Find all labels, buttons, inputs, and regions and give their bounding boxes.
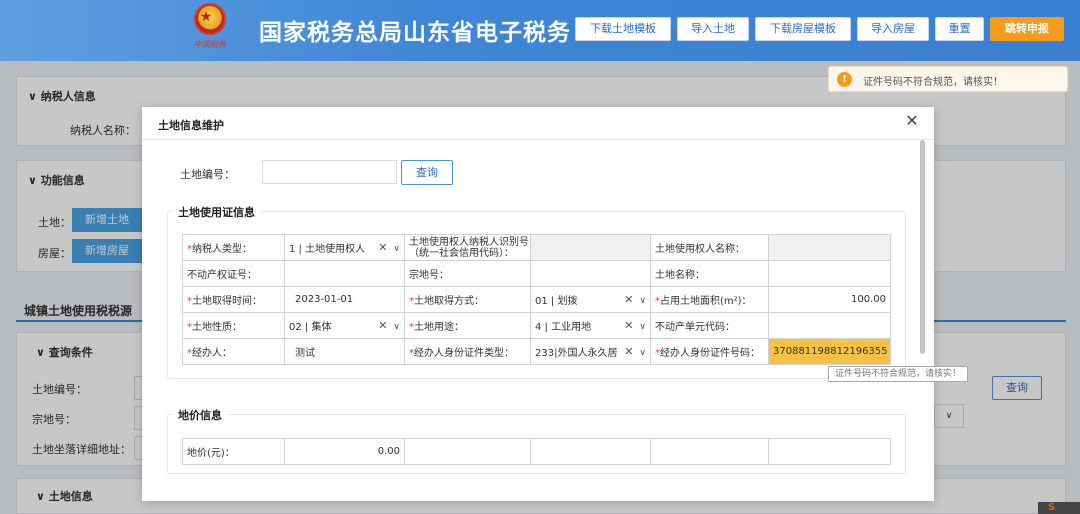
warning-text: 证件号码不符合规范，请核实！	[863, 77, 1003, 88]
empty-cell	[650, 438, 769, 465]
input-method-icon[interactable]: S	[1048, 502, 1055, 514]
land-name-label: 土地名称：	[650, 260, 769, 287]
agent-id-no-input[interactable]: 370881198812196355	[768, 338, 891, 365]
modal-query-button[interactable]: 查询	[401, 160, 453, 185]
warning-icon: !	[837, 72, 852, 87]
table-row: *土地取得时间： 2023-01-01 *土地取得方式： 01 | 划拨 ✕ ∨ *…	[182, 286, 891, 313]
chevron-down-icon[interactable]: ∨	[393, 322, 400, 332]
clear-icon[interactable]: ✕	[624, 345, 633, 358]
cert-info-table: *纳税人类型： 1 | 土地使用权人 ✕ ∨ 土地使用权人纳税人识别号 （统一社会信用…	[182, 234, 891, 365]
table-row: 不动产权证号： 宗地号： 土地名称：	[182, 260, 891, 287]
property-cert-label: 不动产权证号：	[182, 260, 285, 287]
user-name-field	[768, 234, 891, 261]
empty-cell	[404, 438, 531, 465]
land-no-label: 土地编号：	[180, 168, 235, 181]
app-header: ★ 中国税务 国家税务总局山东省电子税务 下载土地模板 导入土地 下载房屋模板 …	[0, 0, 1080, 61]
validation-tooltip: 证件号码不符合规范，请核实！	[828, 366, 969, 382]
chevron-down-icon[interactable]: ∨	[639, 296, 646, 306]
acquire-time-input[interactable]: 2023-01-01	[284, 286, 405, 313]
import-land-button[interactable]: 导入土地	[677, 17, 749, 41]
table-row: 地价(元)： 0.00	[182, 438, 891, 465]
download-land-template-button[interactable]: 下载土地模板	[575, 17, 671, 41]
agent-id-type-select[interactable]: 233|外国人永久居 ✕ ∨	[530, 338, 651, 365]
price-input[interactable]: 0.00	[284, 438, 405, 465]
cert-section-title: 土地使用证信息	[172, 204, 261, 220]
property-unit-input[interactable]	[768, 312, 891, 339]
area-input[interactable]: 100.00	[768, 286, 891, 313]
price-section-title: 地价信息	[172, 407, 228, 423]
agent-label: *经办人：	[182, 338, 285, 365]
warning-message: ! 证件号码不符合规范，请核实！	[828, 66, 1068, 92]
land-nature-label: *土地性质：	[182, 312, 285, 339]
acquire-method-label: *土地取得方式：	[404, 286, 531, 313]
agent-input[interactable]: 测试	[284, 338, 405, 365]
site-title: 国家税务总局山东省电子税务	[259, 20, 571, 46]
land-use-select[interactable]: 4 | 工业用地 ✕ ∨	[530, 312, 651, 339]
user-tin-field	[530, 234, 651, 261]
land-name-input[interactable]	[768, 260, 891, 287]
property-cert-input[interactable]	[284, 260, 405, 287]
chevron-down-icon[interactable]: ∨	[639, 348, 646, 358]
table-row: *土地性质： 02 | 集体 ✕ ∨ *土地用途： 4 | 工业用地 ✕ ∨ 不动产单元…	[182, 312, 891, 339]
system-tray	[1038, 502, 1080, 514]
modal-scrollbar[interactable]	[920, 140, 925, 354]
price-label: 地价(元)：	[182, 438, 285, 465]
jump-declare-button[interactable]: 跳转申报	[990, 17, 1064, 41]
taxpayer-type-label: *纳税人类型：	[182, 234, 285, 261]
download-house-template-button[interactable]: 下载房屋模板	[755, 17, 851, 41]
clear-icon[interactable]: ✕	[378, 241, 387, 254]
land-use-label: *土地用途：	[404, 312, 531, 339]
modal-divider	[142, 139, 934, 140]
taxpayer-type-select[interactable]: 1 | 土地使用权人 ✕ ∨	[284, 234, 405, 261]
empty-cell	[768, 438, 891, 465]
land-nature-select[interactable]: 02 | 集体 ✕ ∨	[284, 312, 405, 339]
parcel-no-label: 宗地号：	[404, 260, 531, 287]
land-no-input[interactable]	[262, 160, 397, 184]
chevron-down-icon[interactable]: ∨	[639, 322, 646, 332]
clear-icon[interactable]: ✕	[624, 319, 633, 332]
clear-icon[interactable]: ✕	[378, 319, 387, 332]
property-unit-label: 不动产单元代码：	[650, 312, 769, 339]
table-row: *经办人： 测试 *经办人身份证件类型： 233|外国人永久居 ✕ ∨ *经办人身份…	[182, 338, 891, 365]
import-house-button[interactable]: 导入房屋	[857, 17, 929, 41]
chevron-down-icon[interactable]: ∨	[393, 244, 400, 254]
user-tin-label: 土地使用权人纳税人识别号 （统一社会信用代码）：	[404, 234, 531, 261]
agent-id-no-label: *经办人身份证件号码：	[650, 338, 769, 365]
acquire-time-label: *土地取得时间：	[182, 286, 285, 313]
land-info-modal: 土地信息维护 ✕ 土地编号： 查询 土地使用证信息 *纳税人类型： 1 | 土地…	[142, 107, 934, 501]
clear-icon[interactable]: ✕	[624, 293, 633, 306]
agent-id-type-label: *经办人身份证件类型：	[404, 338, 531, 365]
table-row: *纳税人类型： 1 | 土地使用权人 ✕ ∨ 土地使用权人纳税人识别号 （统一社会信用…	[182, 234, 891, 261]
empty-cell	[530, 438, 651, 465]
tax-emblem-logo: ★ 中国税务	[190, 3, 230, 55]
user-name-label: 土地使用权人名称：	[650, 234, 769, 261]
price-info-table: 地价(元)： 0.00	[182, 438, 891, 465]
area-label: *占用土地面积(m²)：	[650, 286, 769, 313]
parcel-no-input[interactable]	[530, 260, 651, 287]
modal-title: 土地信息维护	[158, 119, 224, 132]
emblem-text: 中国税务	[194, 40, 226, 49]
acquire-method-select[interactable]: 01 | 划拨 ✕ ∨	[530, 286, 651, 313]
close-icon[interactable]: ✕	[904, 111, 920, 131]
reset-button[interactable]: 重置	[935, 17, 984, 41]
